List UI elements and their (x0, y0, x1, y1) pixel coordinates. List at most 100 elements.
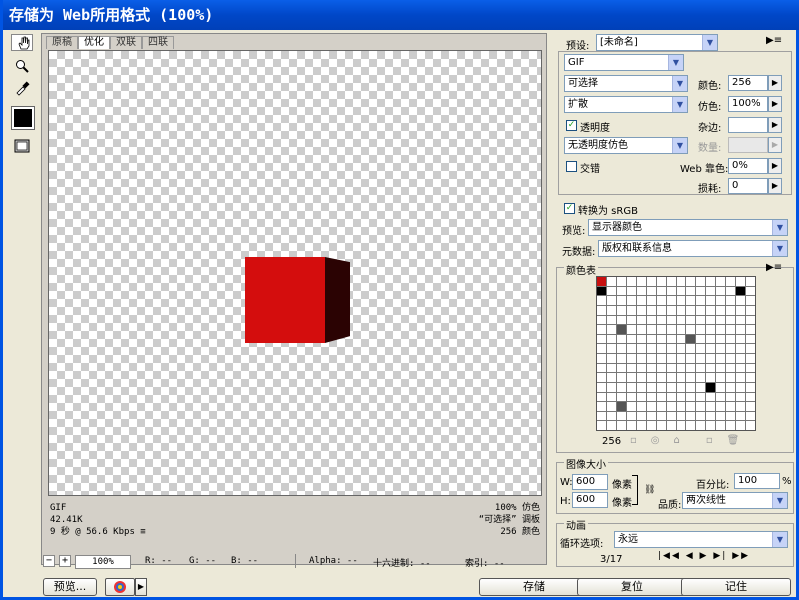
palette-swatch[interactable] (616, 411, 626, 421)
palette-swatch[interactable] (666, 277, 676, 286)
palette-swatch[interactable] (636, 305, 646, 315)
palette-swatch[interactable] (696, 392, 706, 402)
quality-select[interactable]: 两次线性 ▼ (682, 492, 788, 509)
palette-swatch[interactable] (706, 363, 716, 373)
palette-swatch[interactable] (746, 373, 755, 382)
palette-swatch[interactable] (616, 373, 626, 382)
palette-swatch[interactable] (616, 286, 626, 296)
palette-swatch[interactable] (646, 382, 656, 392)
colors-field[interactable]: 256 (728, 75, 768, 91)
palette-swatch[interactable] (606, 354, 616, 363)
palette-swatch[interactable] (656, 315, 666, 325)
palette-swatch[interactable] (656, 392, 666, 402)
palette-swatch[interactable] (597, 286, 606, 296)
toggle-slices-icon[interactable] (11, 136, 33, 156)
reduction-select[interactable]: 可选择 ▼ (564, 75, 688, 92)
palette-swatch[interactable] (676, 325, 686, 334)
palette-swatch[interactable] (676, 382, 686, 392)
palette-swatch[interactable] (646, 402, 656, 411)
palette-swatch[interactable] (646, 411, 656, 421)
palette-swatch[interactable] (746, 402, 755, 411)
palette-swatch[interactable] (726, 411, 736, 421)
palette-swatch[interactable] (696, 382, 706, 392)
colors-arrow-button[interactable]: ▶ (768, 75, 782, 91)
palette-swatch[interactable] (636, 315, 646, 325)
palette-swatch[interactable] (676, 334, 686, 344)
palette-swatch[interactable] (746, 354, 755, 363)
palette-swatch[interactable] (606, 373, 616, 382)
palette-swatch[interactable] (716, 373, 726, 382)
palette-swatch[interactable] (706, 392, 716, 402)
palette-swatch[interactable] (666, 392, 676, 402)
palette-swatch[interactable] (636, 334, 646, 344)
palette-swatch[interactable] (716, 325, 726, 334)
palette-swatch[interactable] (716, 421, 726, 430)
palette-swatch[interactable] (746, 363, 755, 373)
palette-swatch[interactable] (646, 315, 656, 325)
palette-swatch[interactable] (606, 382, 616, 392)
palette-swatch[interactable] (646, 363, 656, 373)
zoom-icon[interactable] (11, 56, 33, 76)
palette-swatch[interactable] (716, 315, 726, 325)
web-snap-arrow-button[interactable]: ▶ (768, 158, 782, 174)
palette-swatch[interactable] (616, 325, 626, 334)
palette-swatch[interactable] (686, 296, 696, 305)
palette-swatch[interactable] (676, 315, 686, 325)
remember-button[interactable]: 记住 (681, 578, 791, 596)
palette-swatch[interactable] (656, 421, 666, 430)
palette-swatch[interactable] (656, 305, 666, 315)
palette-swatch[interactable] (746, 305, 755, 315)
palette-swatch[interactable] (636, 277, 646, 286)
palette-swatch[interactable] (646, 421, 656, 430)
transparency-checkbox[interactable]: ✓ (566, 120, 577, 131)
palette-swatch[interactable] (716, 354, 726, 363)
palette-swatch[interactable] (626, 344, 636, 353)
palette-swatch[interactable] (696, 305, 706, 315)
palette-swatch[interactable] (716, 363, 726, 373)
palette-swatch[interactable] (726, 373, 736, 382)
preview-button[interactable]: 预览... (43, 578, 97, 596)
palette-swatch[interactable] (686, 392, 696, 402)
palette-swatch[interactable] (597, 402, 606, 411)
palette-swatch[interactable] (646, 286, 656, 296)
play-icon[interactable]: ▶ (700, 551, 709, 561)
palette-swatch[interactable] (686, 334, 696, 344)
palette-swatch[interactable] (716, 334, 726, 344)
palette-swatch[interactable] (646, 296, 656, 305)
palette-swatch[interactable] (736, 296, 746, 305)
palette-swatch[interactable] (646, 325, 656, 334)
palette-swatch[interactable] (626, 315, 636, 325)
tab-2up[interactable]: 双联 (110, 36, 142, 49)
palette-swatch[interactable] (676, 286, 686, 296)
palette-swatch[interactable] (706, 373, 716, 382)
palette-swatch[interactable] (716, 296, 726, 305)
palette-swatch[interactable] (736, 411, 746, 421)
palette-swatch[interactable] (686, 411, 696, 421)
palette-swatch[interactable] (656, 402, 666, 411)
color-table-grid[interactable] (596, 276, 756, 431)
palette-swatch[interactable] (726, 325, 736, 334)
palette-swatch[interactable] (597, 411, 606, 421)
palette-swatch[interactable] (656, 344, 666, 353)
color-swatch-icon[interactable] (11, 106, 35, 130)
web-shift-icon[interactable]: ◎ (651, 435, 674, 446)
palette-swatch[interactable] (696, 344, 706, 353)
palette-swatch[interactable] (686, 373, 696, 382)
eyedropper-icon[interactable] (11, 78, 33, 98)
palette-swatch[interactable] (626, 382, 636, 392)
palette-swatch[interactable] (606, 344, 616, 353)
palette-swatch[interactable] (626, 334, 636, 344)
palette-swatch[interactable] (676, 421, 686, 430)
color-table-menu-icon[interactable]: ▶≡ (766, 262, 782, 273)
palette-swatch[interactable] (746, 286, 755, 296)
palette-swatch[interactable] (597, 382, 606, 392)
palette-swatch[interactable] (696, 334, 706, 344)
palette-swatch[interactable] (636, 354, 646, 363)
palette-swatch[interactable] (676, 411, 686, 421)
palette-swatch[interactable] (626, 305, 636, 315)
palette-swatch[interactable] (736, 354, 746, 363)
palette-swatch[interactable] (686, 382, 696, 392)
zoom-select[interactable]: 100% (75, 555, 131, 569)
palette-swatch[interactable] (616, 305, 626, 315)
palette-swatch[interactable] (736, 392, 746, 402)
